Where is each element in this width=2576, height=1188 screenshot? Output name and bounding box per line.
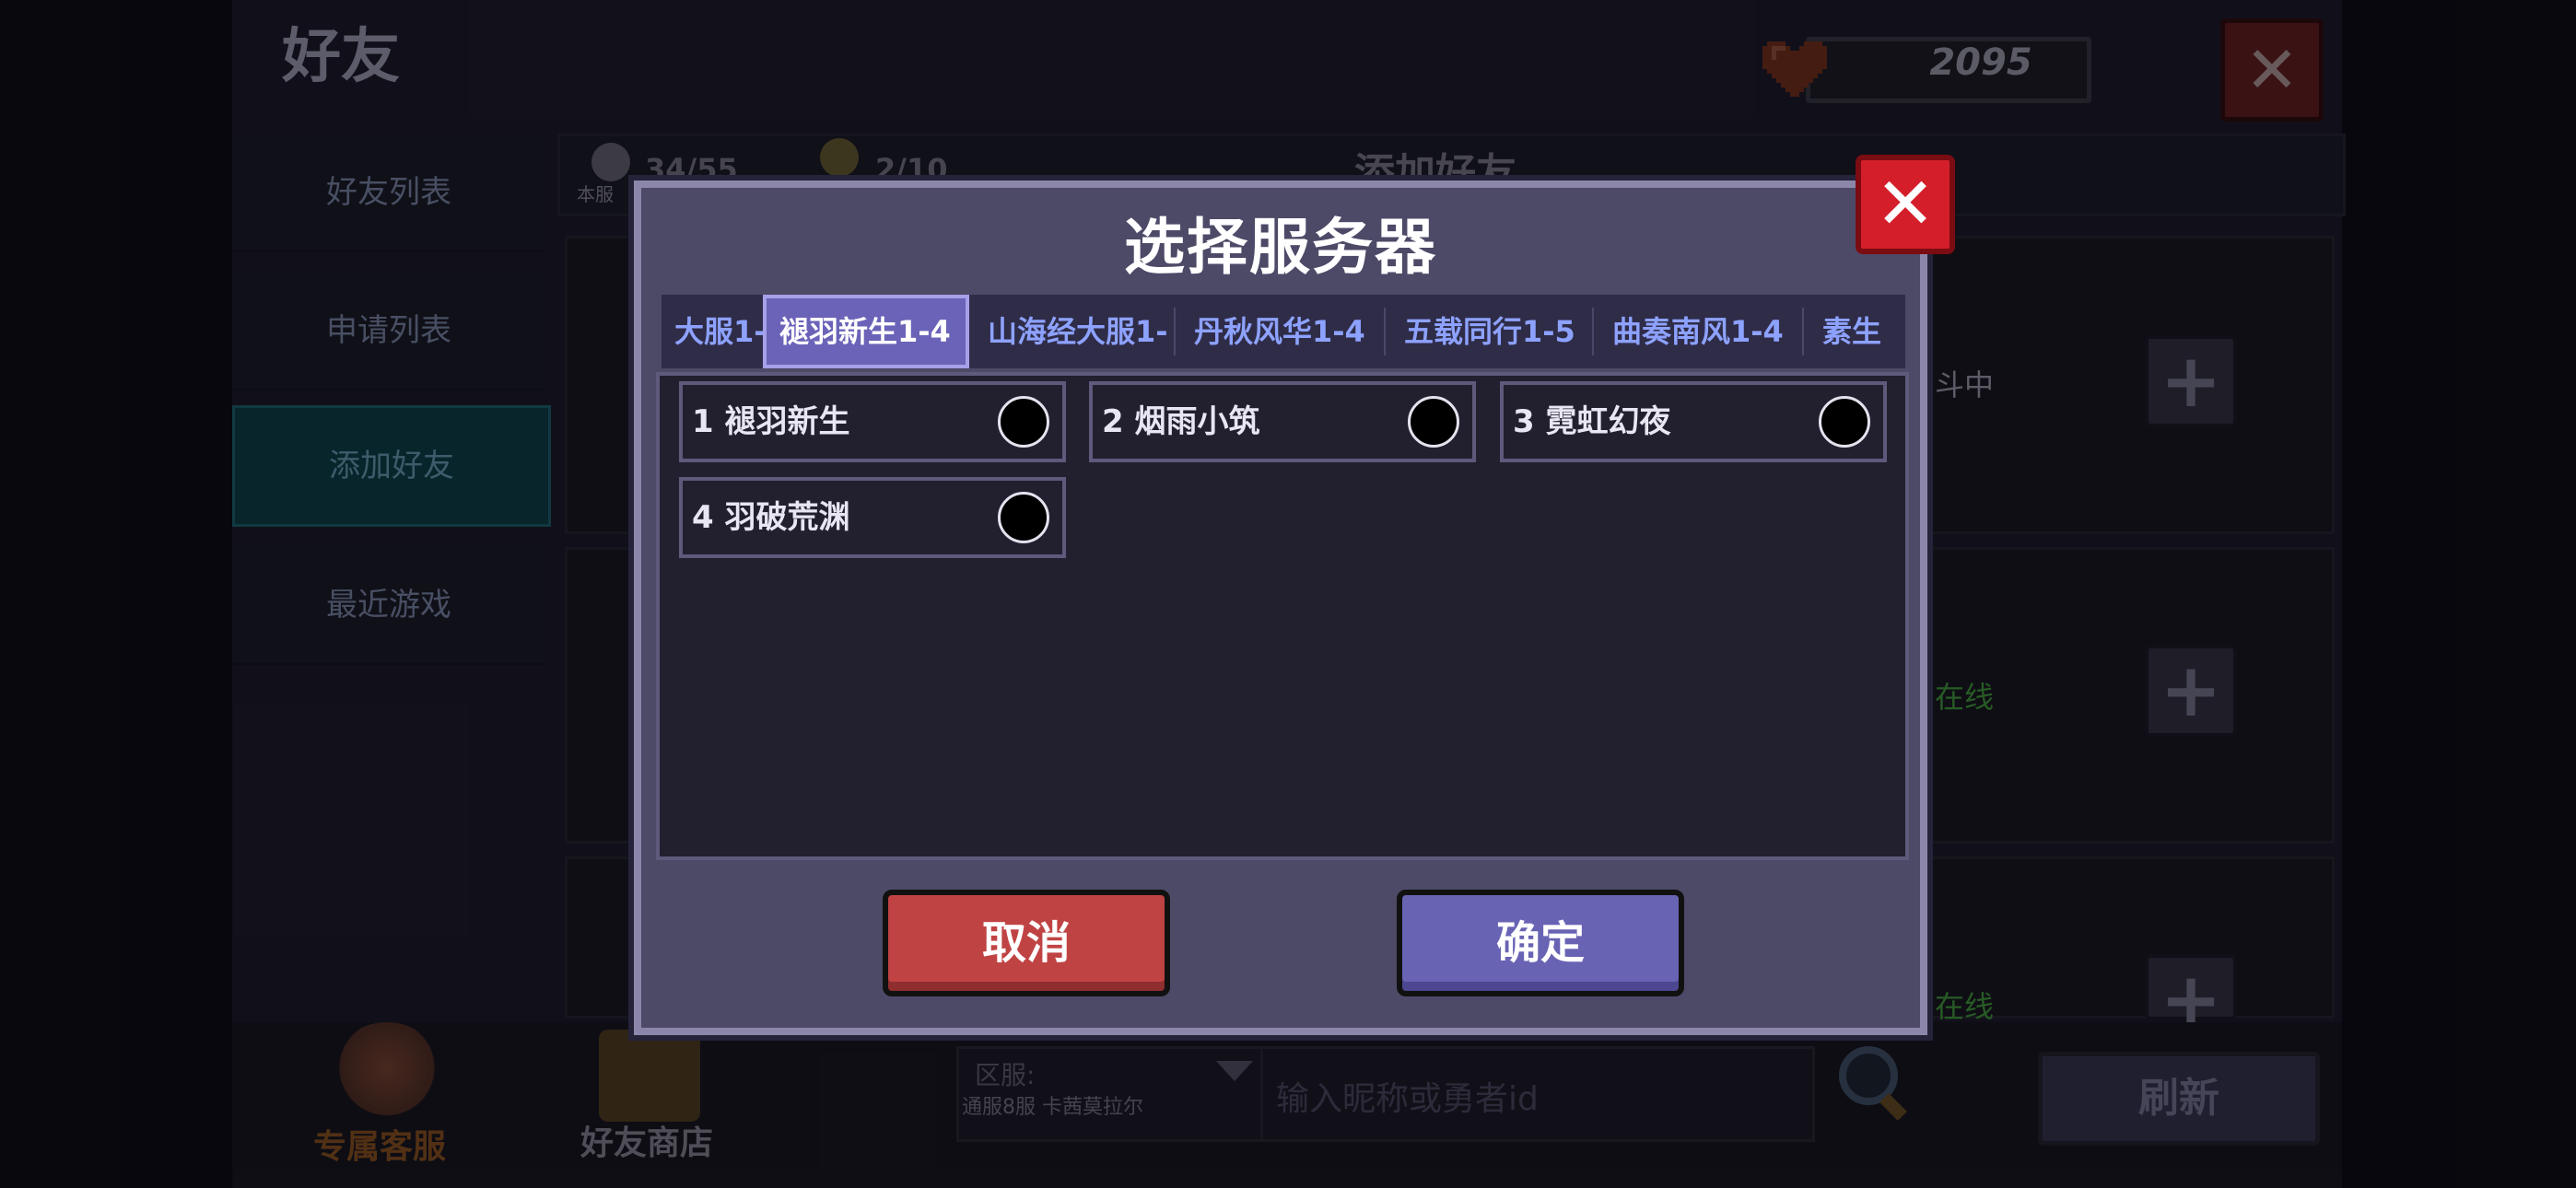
close-icon: ✕ [1875,163,1936,246]
dialog-title: 选择服务器 [1124,212,1437,283]
server-name: 1 褪羽新生 [692,403,850,440]
server-option[interactable]: 1 褪羽新生 [679,381,1066,462]
tab-server-group-active[interactable]: 褪羽新生1-4 [763,295,969,368]
server-option[interactable]: 3 霓虹幻夜 [1500,381,1887,462]
tab-server-group[interactable]: 山海经大服1- [975,295,1181,368]
server-option[interactable]: 4 羽破荒渊 [679,477,1066,558]
server-name: 3 霓虹幻夜 [1513,403,1671,440]
dialog-close-button[interactable]: ✕ [1856,155,1955,254]
radio-button[interactable] [998,492,1049,543]
radio-button[interactable] [1408,396,1459,448]
tab-server-group[interactable]: 曲奏南风1-4 [1599,295,1797,368]
tab-divider [1384,308,1386,355]
cancel-label: 取消 [981,917,1071,969]
tab-divider [1174,308,1176,355]
tab-server-group[interactable]: 素生 [1809,295,1894,368]
confirm-button[interactable]: 确定 [1397,890,1684,996]
server-name: 2 烟雨小筑 [1102,403,1260,440]
server-group-tabs: 大服1- 褪羽新生1-4 山海经大服1- 丹秋风华1-4 五载同行1-5 曲奏南… [662,295,1905,368]
confirm-label: 确定 [1495,917,1585,969]
tab-server-group[interactable]: 五载同行1-5 [1391,295,1588,368]
radio-button[interactable] [998,396,1049,448]
tab-server-group[interactable]: 丹秋风华1-4 [1181,295,1378,368]
cancel-button[interactable]: 取消 [883,890,1170,996]
tab-divider [1802,308,1804,355]
server-option[interactable]: 2 烟雨小筑 [1089,381,1476,462]
tab-server-group[interactable]: 大服1- [662,295,779,368]
radio-button[interactable] [1819,396,1870,448]
tab-divider [1592,308,1594,355]
server-name: 4 羽破荒渊 [692,499,850,536]
